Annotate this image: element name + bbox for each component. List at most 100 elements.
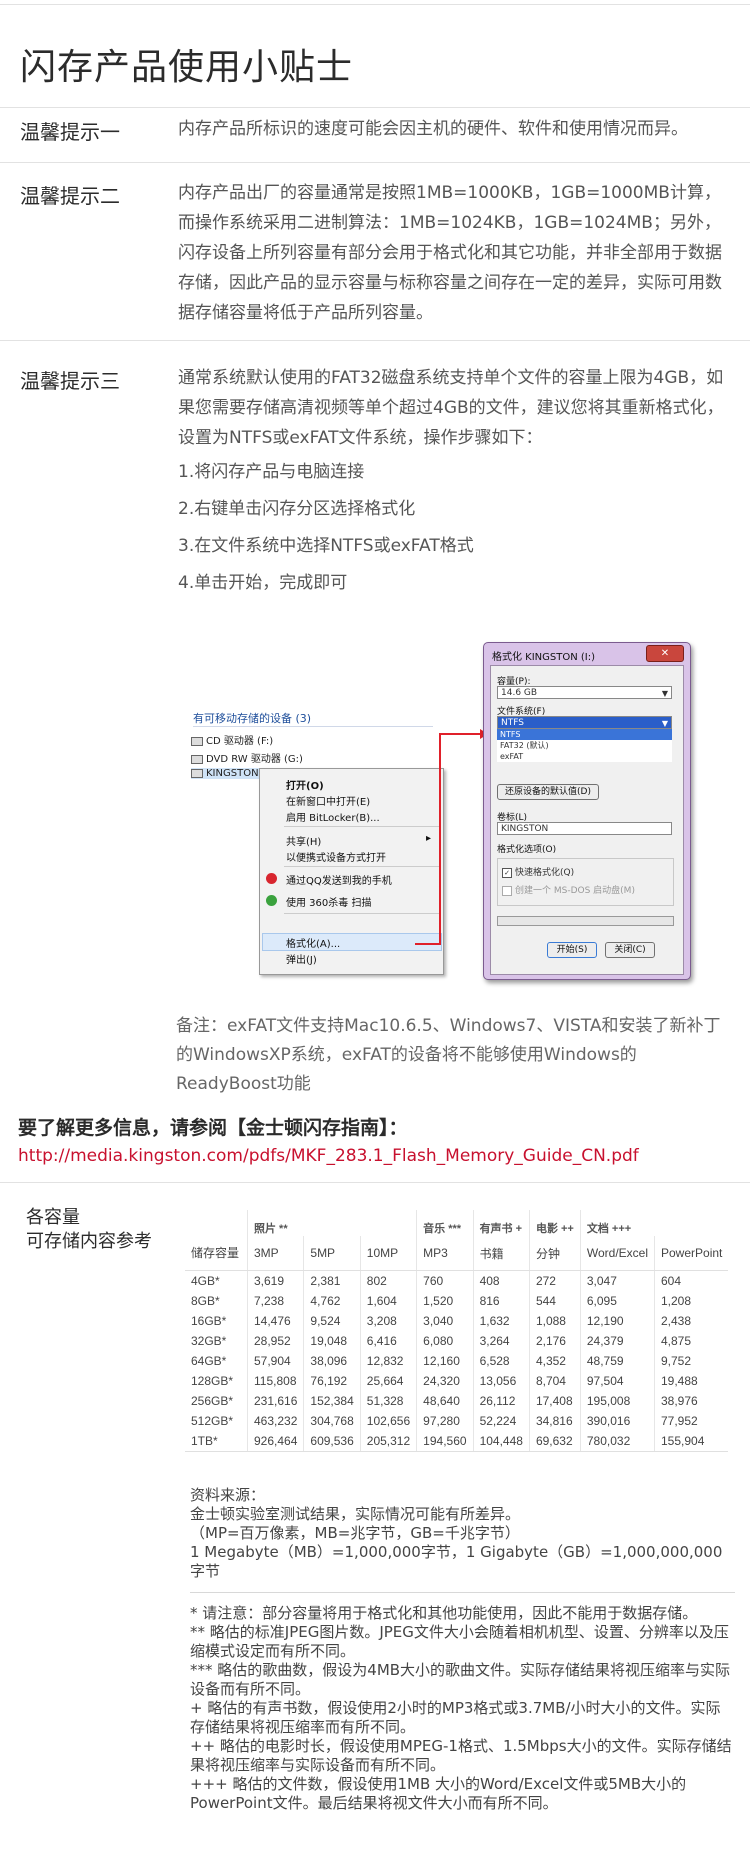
page-title: 闪存产品使用小贴士 [20, 47, 354, 88]
table-cell: 77,952 [654, 1411, 729, 1431]
tip-3-label: 温馨提示三 [20, 369, 120, 393]
column-header: MP3 [416, 1236, 474, 1271]
table-cell: 6,080 [416, 1331, 474, 1351]
table-cell: 34,816 [528, 1411, 581, 1431]
menu-item-send-qq[interactable]: 通过QQ发送到我的手机 [286, 872, 392, 887]
table-cell: 24,379 [579, 1331, 655, 1351]
table-cell: 1,520 [416, 1291, 474, 1311]
table-row: 1TB* 926,464 609,536 205,312 194,560 104,448 6… [185, 1431, 729, 1452]
table-cell: 25,664 [359, 1371, 417, 1391]
table-cell: 2,438 [654, 1311, 729, 1331]
table-cell: 4,875 [654, 1331, 729, 1351]
arrow-line [415, 733, 480, 945]
quick-format-label: 快速格式化(Q) [515, 868, 575, 878]
step-item: 2.右键单击闪存分区选择格式化 [178, 499, 416, 519]
group-header-audiobook: 有声书 + [472, 1210, 530, 1236]
menu-item-bitlocker[interactable]: 启用 BitLocker(B)... [286, 809, 380, 824]
footnotes: * 请注意：部分容量将用于格式化和其他功能使用，因此不能用于数据存储。 ** 略… [190, 1604, 735, 1813]
table-row: 4GB* 3,619 2,381 802 760 408 272 3,047 604 [185, 1270, 729, 1291]
table-cell: 24,320 [416, 1371, 474, 1391]
table-cell: 13,056 [472, 1371, 530, 1391]
table-cell: 272 [528, 1270, 581, 1291]
format-options-group: ✓ 快速格式化(Q) 创建一个 MS-DOS 启动盘(M) [497, 858, 674, 906]
pointer-arrow [415, 729, 488, 945]
quick-format-checkbox[interactable]: ✓ 快速格式化(Q) [502, 865, 574, 878]
source-line: （MP=百万像素，MB=兆字节，GB=千兆字节） [190, 1524, 520, 1542]
filesystem-option[interactable]: exFAT [497, 751, 672, 762]
dialog-body: 容量(P): 14.6 GB ▼ 文件系统(F) NTFS ▼ NTFS FAT32… [490, 665, 684, 975]
table-cell: 2,381 [303, 1270, 361, 1291]
tip-1-text: 内存产品所标识的速度可能会因主机的硬件、软件和使用情况而异。 [178, 119, 688, 139]
storage-header: 储存容量 [185, 1236, 248, 1271]
msdos-checkbox[interactable]: 创建一个 MS-DOS 启动盘(M) [502, 883, 635, 896]
table-cell: 1TB* [185, 1431, 248, 1452]
table-header-row: 储存容量 3MP 5MP 10MP MP3 书籍 分钟 Word/Excel P… [185, 1236, 729, 1271]
menu-item-open-new-window[interactable]: 在新窗口中打开(E) [286, 793, 370, 808]
table-cell: 205,312 [359, 1431, 417, 1452]
filesystem-option[interactable]: NTFS [497, 729, 672, 740]
drive-item[interactable]: DVD RW 驱动器 (G:) [191, 750, 303, 765]
footnote: ** 略估的标准JPEG图片数。JPEG文件大小会随着相机机型、设置、分辨率以及… [190, 1623, 729, 1660]
table-cell: 38,976 [654, 1391, 729, 1411]
source-label: 资料来源： [190, 1486, 266, 1504]
section-divider [0, 1182, 750, 1183]
menu-item-share[interactable]: 共享(H) [286, 833, 321, 848]
table-cell: 3,264 [472, 1331, 530, 1351]
table-cell: 52,224 [472, 1411, 530, 1431]
table-cell: 57,904 [246, 1351, 304, 1371]
capacity-title-line: 各容量 [26, 1207, 80, 1228]
table-cell: 256GB* [191, 1394, 234, 1408]
menu-item-format[interactable]: 格式化(A)... [286, 935, 340, 950]
capacity-select[interactable]: 14.6 GB ▼ [497, 686, 672, 699]
drive-item[interactable]: CD 驱动器 (F:) [191, 732, 273, 747]
table-cell: 97,504 [579, 1371, 655, 1391]
table-cell [185, 1210, 248, 1236]
group-header-documents: 文档 +++ [579, 1210, 729, 1236]
flash-guide-link[interactable]: http://media.kingston.com/pdfs/MKF_283.1… [18, 1146, 639, 1166]
column-header: 分钟 [528, 1236, 581, 1271]
column-header: Word/Excel [579, 1236, 655, 1271]
table-cell: 12,160 [416, 1351, 474, 1371]
drive-label: DVD RW 驱动器 (G:) [206, 754, 303, 765]
table-cell: 760 [416, 1270, 474, 1291]
start-button[interactable]: 开始(S) [547, 942, 597, 958]
restore-defaults-button[interactable]: 还原设备的默认值(D) [497, 784, 599, 800]
close-icon[interactable]: ✕ [646, 645, 684, 662]
volume-input[interactable]: KINGSTON [497, 822, 672, 835]
table-row: 256GB* 231,616 152,384 51,328 48,640 26,112 17… [185, 1391, 729, 1411]
table-cell: 6,416 [359, 1331, 417, 1351]
menu-item-portable-device[interactable]: 以便携式设备方式打开 [286, 849, 386, 864]
section-divider [0, 162, 750, 163]
table-cell: 12,190 [579, 1311, 655, 1331]
table-cell: 38,096 [303, 1351, 361, 1371]
table-cell: 544 [528, 1291, 581, 1311]
tip-1-label: 温馨提示一 [20, 120, 120, 144]
group-header-photos: 照片 ** [246, 1210, 417, 1236]
dialog-close-button[interactable]: 关闭(C) [605, 942, 655, 958]
menu-item-360-scan[interactable]: 使用 360杀毒 扫描 [286, 894, 371, 909]
footnote: + 略估的有声书数，假设使用2小时的MP3格式或3.7MB/小时大小的文件。实际… [190, 1699, 721, 1736]
capacity-title: 各容量 可存储内容参考 [26, 1206, 152, 1254]
table-cell: 14,476 [246, 1311, 304, 1331]
table-row: 64GB* 57,904 38,096 12,832 12,160 6,528 4,352 4… [185, 1351, 729, 1371]
filesystem-option[interactable]: FAT32 (默认) [497, 740, 672, 751]
footnote: * 请注意：部分容量将用于格式化和其他功能使用，因此不能用于数据存储。 [190, 1604, 698, 1622]
table-cell: 8GB* [191, 1294, 220, 1308]
menu-item-eject[interactable]: 弹出(J) [286, 951, 317, 966]
table-cell: 9,524 [303, 1311, 361, 1331]
table-cell: 76,192 [303, 1371, 361, 1391]
menu-item-open[interactable]: 打开(O) [286, 777, 324, 792]
table-cell: 304,768 [303, 1411, 361, 1431]
table-cell: 512GB* [191, 1414, 234, 1428]
table-cell: 195,008 [579, 1391, 655, 1411]
table-cell: 1,632 [472, 1311, 530, 1331]
table-cell: 816 [472, 1291, 530, 1311]
section-divider [0, 107, 750, 108]
filesystem-select[interactable]: NTFS ▼ [497, 716, 672, 729]
footnote: *** 略估的歌曲数，假设为4MB大小的歌曲文件。实际存储结果将视压缩率与实际设… [190, 1661, 731, 1698]
table-cell: 28,952 [246, 1331, 304, 1351]
column-header: 3MP [246, 1236, 304, 1271]
table-cell: 3,040 [416, 1311, 474, 1331]
table-cell: 4GB* [191, 1274, 220, 1288]
capacity-value: 14.6 GB [501, 688, 538, 698]
